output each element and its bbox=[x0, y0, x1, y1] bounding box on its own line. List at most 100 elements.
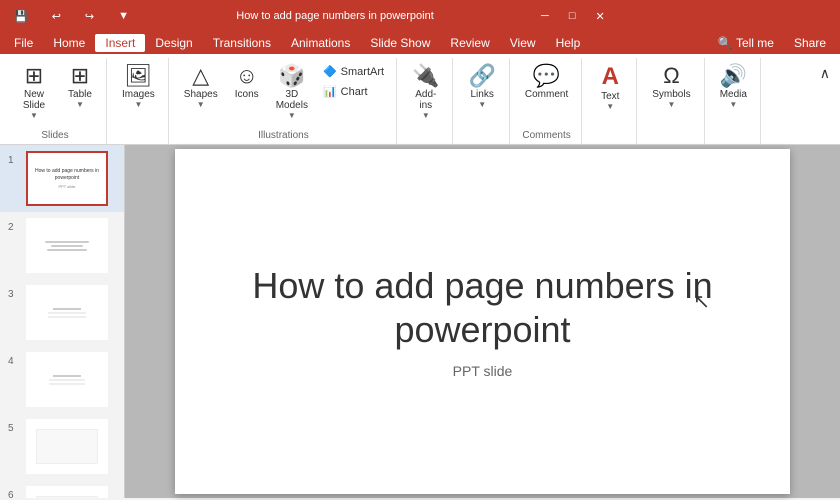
smartart-icon: 🔷 bbox=[323, 65, 337, 78]
slide-num-5: 5 bbox=[8, 423, 20, 434]
ribbon: ⊞ New Slide ▼ ⊞ Table ▼ Slides 🖼 Images … bbox=[0, 54, 840, 145]
chart-label: Chart bbox=[341, 86, 368, 98]
comment-button[interactable]: 💬 Comment bbox=[518, 60, 575, 126]
ribbon-row-symbols: Ω Symbols ▼ bbox=[645, 60, 697, 137]
ribbon-row-links: 🔗 Links ▼ bbox=[461, 60, 502, 137]
slide-preview-4[interactable] bbox=[26, 352, 108, 407]
slide-thumb-2[interactable]: 2 bbox=[0, 212, 124, 279]
ribbon-row-illustrations: △ Shapes ▼ ☺ Icons 🎲 3D Models ▼ 🔷 Smart… bbox=[177, 60, 390, 126]
menu-review[interactable]: Review bbox=[440, 34, 499, 52]
title-bar-right: ─ □ ✕ bbox=[535, 8, 611, 25]
menu-design[interactable]: Design bbox=[145, 34, 202, 52]
menu-slideshow[interactable]: Slide Show bbox=[360, 34, 440, 52]
3d-models-label: 3D Models bbox=[276, 89, 308, 111]
new-slide-icon: ⊞ bbox=[25, 65, 43, 87]
text-button[interactable]: A Text ▼ bbox=[590, 60, 630, 126]
slide-thumb-1[interactable]: 1 How to add page numbers in powerpoint … bbox=[0, 145, 124, 212]
illustrations-group-label: Illustrations bbox=[177, 128, 390, 144]
symbols-group-label bbox=[645, 139, 697, 144]
menu-view[interactable]: View bbox=[500, 34, 546, 52]
3d-models-button[interactable]: 🎲 3D Models ▼ bbox=[269, 60, 315, 126]
ribbon-row-text: A Text ▼ bbox=[590, 60, 630, 137]
links-button[interactable]: 🔗 Links ▼ bbox=[461, 60, 502, 126]
table-button[interactable]: ⊞ Table ▼ bbox=[60, 60, 100, 126]
slide-lines-4 bbox=[40, 373, 95, 387]
links-arrow: ▼ bbox=[478, 100, 486, 109]
slide-subtitle: PPT slide bbox=[453, 363, 513, 379]
menu-insert[interactable]: Insert bbox=[95, 34, 145, 52]
tell-me-button[interactable]: 🔍 Tell me bbox=[708, 34, 784, 52]
quick-access-more[interactable]: ▼ bbox=[112, 8, 135, 24]
quick-access-redo[interactable]: ↪ bbox=[79, 8, 100, 25]
main-slide-view[interactable]: How to add page numbers in powerpoint PP… bbox=[125, 145, 840, 498]
slide-preview-1[interactable]: How to add page numbers in powerpoint PP… bbox=[26, 151, 108, 206]
ribbon-group-slides: ⊞ New Slide ▼ ⊞ Table ▼ Slides bbox=[4, 58, 107, 144]
media-button[interactable]: 🔊 Media ▼ bbox=[713, 60, 754, 126]
slide-panel[interactable]: 1 How to add page numbers in powerpoint … bbox=[0, 145, 125, 498]
images-group-label bbox=[115, 139, 162, 144]
slide-preview-3[interactable] bbox=[26, 285, 108, 340]
icons-icon: ☺ bbox=[235, 65, 257, 87]
ribbon-row-slides: ⊞ New Slide ▼ ⊞ Table ▼ bbox=[10, 60, 100, 126]
3d-arrow: ▼ bbox=[288, 111, 296, 120]
menu-help[interactable]: Help bbox=[546, 34, 591, 52]
symbols-arrow: ▼ bbox=[667, 100, 675, 109]
quick-access-save[interactable]: 💾 bbox=[8, 8, 34, 25]
ribbon-group-addins: 🔌 Add- ins ▼ bbox=[399, 58, 453, 144]
media-icon: 🔊 bbox=[720, 65, 747, 87]
shapes-arrow: ▼ bbox=[197, 100, 205, 109]
symbols-icon: Ω bbox=[663, 65, 679, 87]
shapes-button[interactable]: △ Shapes ▼ bbox=[177, 60, 225, 126]
menu-transitions[interactable]: Transitions bbox=[203, 34, 281, 52]
smartart-chart-col: 🔷 SmartArt 📊 Chart bbox=[317, 60, 390, 101]
text-label: Text bbox=[601, 91, 619, 102]
comment-label: Comment bbox=[525, 89, 568, 100]
menu-file[interactable]: File bbox=[4, 34, 43, 52]
smartart-button[interactable]: 🔷 SmartArt bbox=[317, 62, 390, 81]
slide-preview-2[interactable] bbox=[26, 218, 108, 273]
ribbon-group-symbols: Ω Symbols ▼ bbox=[639, 58, 704, 144]
3d-models-icon: 🎲 bbox=[278, 65, 305, 87]
slide-thumb-5[interactable]: 5 bbox=[0, 413, 124, 480]
menu-animations[interactable]: Animations bbox=[281, 34, 360, 52]
new-slide-button[interactable]: ⊞ New Slide ▼ bbox=[10, 60, 58, 126]
slide-num-4: 4 bbox=[8, 356, 20, 367]
document-title: How to add page numbers in powerpoint bbox=[135, 10, 535, 22]
media-label: Media bbox=[720, 89, 747, 100]
quick-access-undo[interactable]: ↩ bbox=[46, 8, 67, 25]
chart-icon: 📊 bbox=[323, 85, 337, 98]
ribbon-row-addins: 🔌 Add- ins ▼ bbox=[405, 60, 446, 137]
shapes-icon: △ bbox=[192, 65, 209, 87]
images-button[interactable]: 🖼 Images ▼ bbox=[115, 60, 162, 126]
slide-thumb-6[interactable]: 6 bbox=[0, 480, 124, 498]
new-slide-arrow: ▼ bbox=[30, 111, 38, 120]
ribbon-group-text: A Text ▼ bbox=[584, 58, 637, 144]
slide-preview-5[interactable] bbox=[26, 419, 108, 474]
title-bar-left: 💾 ↩ ↪ ▼ bbox=[8, 8, 135, 25]
menu-home[interactable]: Home bbox=[43, 34, 95, 52]
slide-canvas[interactable]: How to add page numbers in powerpoint PP… bbox=[175, 149, 790, 494]
slides-group-label: Slides bbox=[10, 128, 100, 144]
slide-preview-6[interactable] bbox=[26, 486, 108, 498]
slide-thumb-3[interactable]: 3 bbox=[0, 279, 124, 346]
media-group-label bbox=[713, 139, 754, 144]
share-button[interactable]: Share bbox=[784, 34, 836, 52]
close-button[interactable]: ✕ bbox=[589, 8, 610, 25]
slide-lines-3 bbox=[40, 306, 95, 320]
addins-icon: 🔌 bbox=[412, 65, 439, 87]
addins-button[interactable]: 🔌 Add- ins ▼ bbox=[405, 60, 446, 126]
addins-label: Add- ins bbox=[415, 89, 436, 111]
comment-icon: 💬 bbox=[533, 65, 560, 87]
slide-thumb-4[interactable]: 4 bbox=[0, 346, 124, 413]
maximize-button[interactable]: □ bbox=[563, 8, 582, 24]
chart-button[interactable]: 📊 Chart bbox=[317, 82, 390, 101]
images-label: Images bbox=[122, 89, 155, 100]
ribbon-collapse-button[interactable]: ∧ bbox=[814, 62, 836, 85]
minimize-button[interactable]: ─ bbox=[535, 8, 555, 24]
ribbon-group-illustrations: △ Shapes ▼ ☺ Icons 🎲 3D Models ▼ 🔷 Smart… bbox=[171, 58, 397, 144]
content-area: 1 How to add page numbers in powerpoint … bbox=[0, 145, 840, 498]
symbols-button[interactable]: Ω Symbols ▼ bbox=[645, 60, 697, 126]
icons-button[interactable]: ☺ Icons bbox=[227, 60, 267, 126]
text-icon: A bbox=[602, 65, 619, 89]
addins-group-label bbox=[405, 139, 446, 144]
